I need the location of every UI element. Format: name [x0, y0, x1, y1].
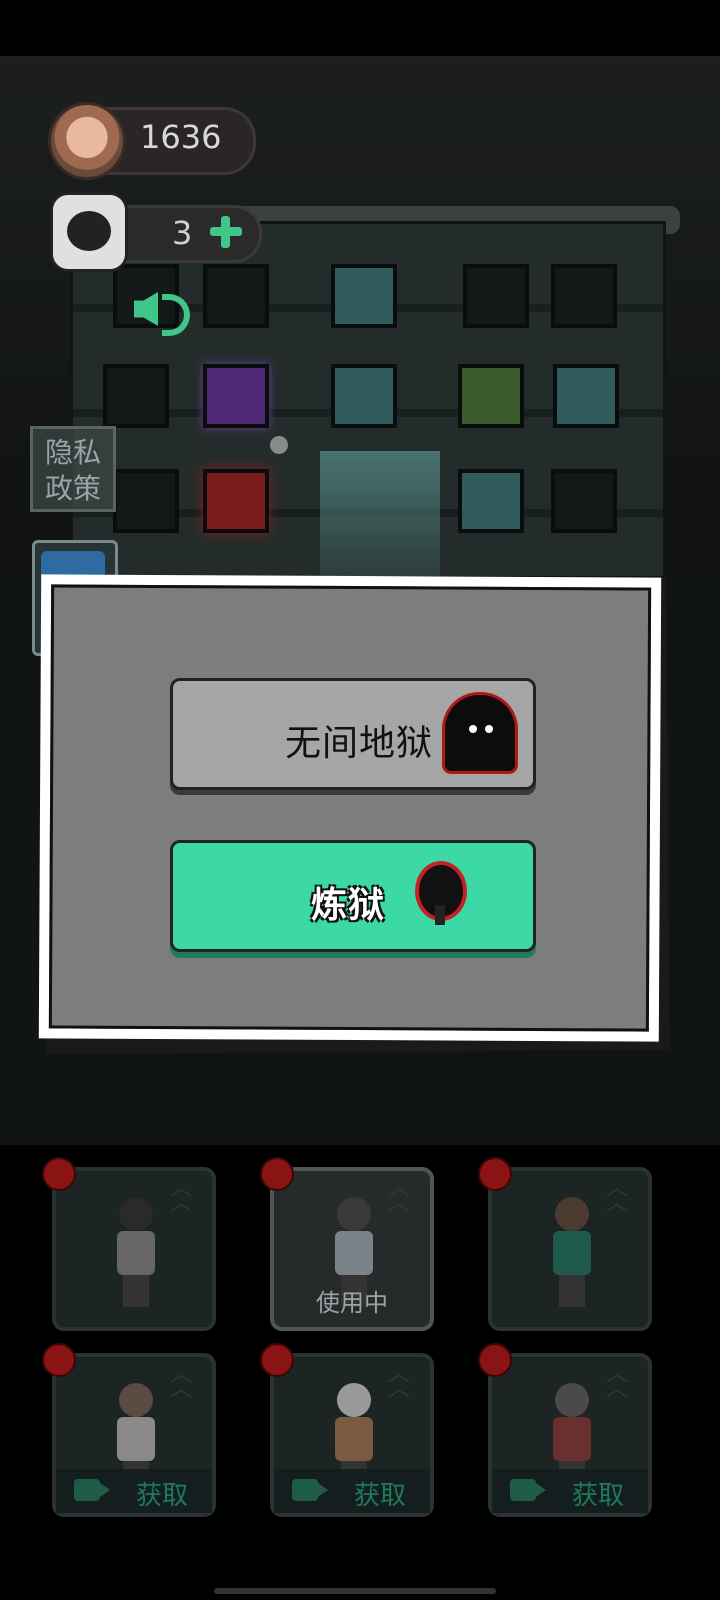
plus-icon[interactable]	[206, 212, 246, 252]
character-card[interactable]: ︿ ︿ 使用中	[270, 1167, 434, 1331]
character-card[interactable]: ︿ ︿ 获取	[488, 1353, 652, 1517]
chevron-up-icon: ︿ ︿	[388, 1362, 411, 1402]
privacy-label-line2: 政策	[44, 472, 101, 505]
ghost-icon	[445, 695, 515, 771]
pig-coin-icon	[48, 102, 126, 180]
get-label: 获取	[354, 1481, 407, 1511]
character-status: 使用中	[316, 1289, 388, 1317]
coin-value: 1636	[140, 118, 222, 156]
home-indicator[interactable]	[214, 1588, 496, 1594]
endless-hell-button[interactable]: 无间地狱	[170, 678, 536, 790]
mode-select-dialog	[38, 574, 662, 1042]
puzzle-ghost-icon	[50, 192, 128, 272]
status-bar	[0, 0, 720, 56]
character-card[interactable]: ︿ ︿ 获取	[270, 1353, 434, 1517]
chevron-up-icon: ︿ ︿	[606, 1362, 629, 1402]
get-character-bar[interactable]: 获取	[274, 1469, 430, 1513]
puzzle-value: 3	[172, 214, 193, 252]
privacy-policy-button[interactable]: 隐私 政策	[30, 426, 116, 512]
privacy-label-line1: 隐私	[44, 436, 101, 469]
speaker-wave	[162, 294, 190, 336]
video-ad-icon	[292, 1479, 328, 1501]
chevron-up-icon: ︿ ︿	[606, 1176, 629, 1216]
video-ad-icon	[510, 1479, 546, 1501]
character-figure	[547, 1197, 597, 1307]
character-figure	[111, 1197, 161, 1307]
purgatory-label: 炼狱	[311, 885, 386, 926]
speaker-body	[134, 292, 158, 326]
purgatory-button[interactable]: 炼狱	[170, 840, 536, 952]
notification-dot	[478, 1157, 512, 1191]
notification-dot	[42, 1343, 76, 1377]
notification-dot	[260, 1157, 294, 1191]
demon-icon	[419, 865, 463, 925]
character-card[interactable]: ︿ ︿	[52, 1167, 216, 1331]
speaker-icon[interactable]	[130, 280, 200, 340]
get-label: 获取	[136, 1481, 189, 1511]
get-character-bar[interactable]: 获取	[56, 1469, 212, 1513]
character-card[interactable]: ︿ ︿	[488, 1167, 652, 1331]
get-label: 获取	[572, 1481, 625, 1511]
endless-hell-label: 无间地狱	[285, 723, 434, 764]
notification-dot	[42, 1157, 76, 1191]
chevron-up-icon: ︿ ︿	[170, 1362, 193, 1402]
get-character-bar[interactable]: 获取	[492, 1469, 648, 1513]
video-ad-icon	[74, 1479, 110, 1501]
character-panel: ︿ ︿ ︿ ︿ 使用中 ︿ ︿ ︿ ︿ 获取 ︿ ︿ 获取 ︿ ︿ 获取	[0, 1145, 720, 1600]
chevron-up-icon: ︿ ︿	[170, 1176, 193, 1216]
dialog-panel	[48, 584, 652, 1032]
chevron-up-icon: ︿ ︿	[388, 1176, 411, 1216]
character-card[interactable]: ︿ ︿ 获取	[52, 1353, 216, 1517]
notification-dot	[478, 1343, 512, 1377]
notification-dot	[260, 1343, 294, 1377]
